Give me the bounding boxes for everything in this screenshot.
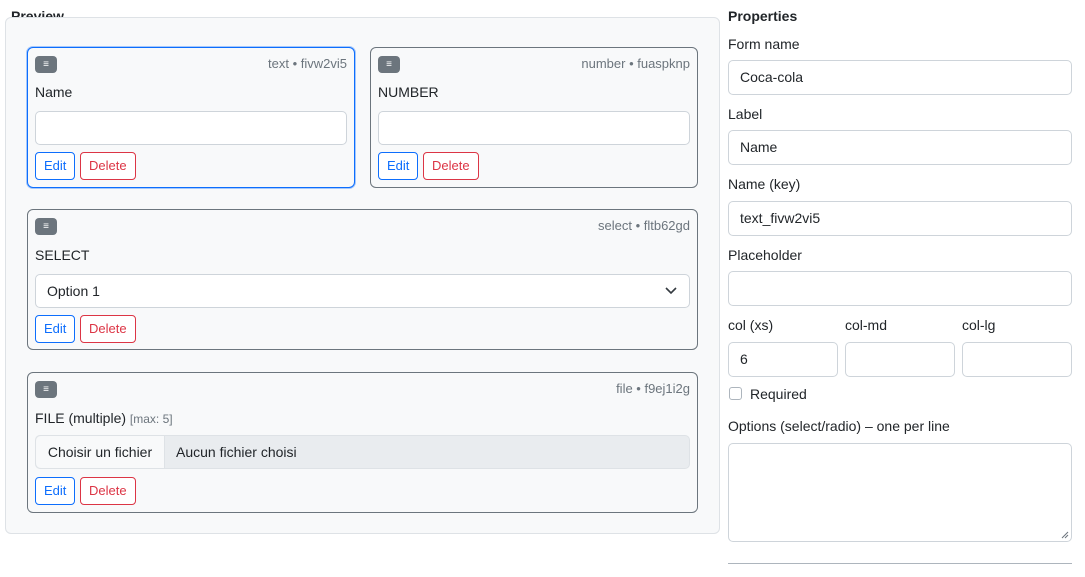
drag-handle-icon[interactable]: ≡ — [35, 381, 57, 398]
label-label: Label — [728, 106, 763, 122]
delete-button[interactable]: Delete — [80, 152, 136, 180]
delete-button[interactable]: Delete — [80, 477, 136, 505]
label-input[interactable]: Name — [728, 130, 1072, 165]
edit-button[interactable]: Edit — [378, 152, 419, 180]
properties-title: Properties — [728, 8, 798, 24]
divider — [728, 563, 1072, 564]
file-preview-input[interactable]: Choisir un fichier Aucun fichier choisi — [35, 435, 690, 469]
name-preview-input[interactable] — [35, 111, 347, 145]
form-name-input[interactable]: Coca-cola — [728, 60, 1072, 95]
field-meta: text • fivw2vi5 — [268, 56, 347, 71]
number-preview-input[interactable] — [378, 111, 690, 145]
drag-handle-icon[interactable]: ≡ — [35, 56, 57, 73]
edit-button[interactable]: Edit — [35, 477, 76, 505]
placeholder-label: Placeholder — [728, 247, 802, 263]
required-label: Required — [750, 386, 807, 402]
field-meta: select • fltb62gd — [598, 218, 690, 233]
max-files-hint: [max: 5] — [129, 412, 173, 426]
delete-button[interactable]: Delete — [80, 315, 136, 343]
drag-handle-icon[interactable]: ≡ — [35, 218, 57, 235]
key-label: Name (key) — [728, 176, 801, 192]
chevron-down-icon — [665, 287, 677, 295]
field-meta: file • f9ej1i2g — [616, 381, 690, 396]
edit-button[interactable]: Edit — [35, 152, 76, 180]
field-label: Name — [35, 84, 73, 100]
col-md-label: col-md — [845, 317, 888, 333]
key-input[interactable]: text_fivw2vi5 — [728, 201, 1072, 236]
selected-option: Option 1 — [47, 283, 100, 299]
col-xs-input[interactable]: 6 — [728, 342, 838, 377]
field-card-name[interactable]: ≡ text • fivw2vi5 Name Edit Delete — [27, 47, 355, 188]
select-preview-dropdown[interactable]: Option 1 — [35, 274, 690, 308]
field-card-number[interactable]: ≡ number • fuaspknp NUMBER Edit Delete — [370, 47, 698, 188]
col-lg-label: col-lg — [962, 317, 996, 333]
drag-handle-icon[interactable]: ≡ — [378, 56, 400, 73]
choose-file-button[interactable]: Choisir un fichier — [36, 436, 165, 468]
col-xs-label: col (xs) — [728, 317, 774, 333]
form-name-label: Form name — [728, 36, 800, 52]
delete-button[interactable]: Delete — [423, 152, 479, 180]
field-card-select[interactable]: ≡ select • fltb62gd SELECT Option 1 Edit… — [27, 209, 698, 350]
required-checkbox[interactable] — [729, 387, 742, 400]
placeholder-input[interactable] — [728, 271, 1072, 306]
field-label-text: FILE (multiple) — [35, 410, 127, 426]
resize-grip-icon[interactable] — [1061, 531, 1069, 539]
field-card-file[interactable]: ≡ file • f9ej1i2g FILE (multiple) [max: … — [27, 372, 698, 513]
field-meta: number • fuaspknp — [581, 56, 690, 71]
field-label: SELECT — [35, 247, 90, 263]
field-label: NUMBER — [378, 84, 439, 100]
options-label: Options (select/radio) – one per line — [728, 418, 950, 434]
col-lg-input[interactable] — [962, 342, 1072, 377]
col-md-input[interactable] — [845, 342, 955, 377]
field-label: FILE (multiple) [max: 5] — [35, 410, 173, 426]
options-textarea[interactable] — [728, 443, 1072, 542]
no-file-text: Aucun fichier choisi — [176, 444, 297, 460]
edit-button[interactable]: Edit — [35, 315, 76, 343]
